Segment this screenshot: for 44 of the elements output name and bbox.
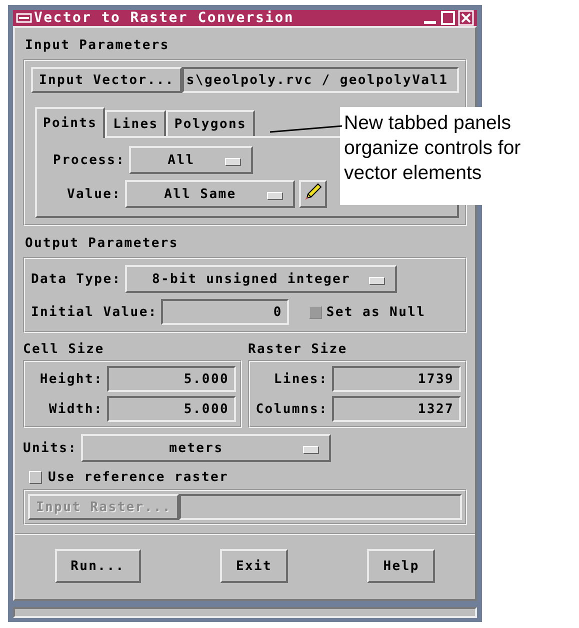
leader-line xyxy=(270,123,342,135)
field-label: Units: xyxy=(23,440,78,456)
value-dropdown[interactable]: All Same xyxy=(125,180,296,208)
group-heading: Cell Size xyxy=(23,341,106,359)
tab[interactable]: Lines xyxy=(105,110,166,136)
option-menu-icon xyxy=(369,277,386,285)
input-vector-button[interactable]: Input Vector... xyxy=(31,67,182,93)
field-label: Width: xyxy=(48,402,103,416)
section-heading: Input Parameters xyxy=(24,37,170,55)
initial-value-field[interactable]: 0 xyxy=(161,299,290,325)
close-icon[interactable] xyxy=(458,10,474,26)
field-label: Lines: xyxy=(272,372,328,386)
dialog-button[interactable]: Run... xyxy=(54,549,141,583)
process-dropdown[interactable]: All xyxy=(129,146,254,174)
field-label: Initial Value: xyxy=(31,304,158,320)
maximize-icon[interactable] xyxy=(440,10,456,26)
pencil-button[interactable] xyxy=(299,180,328,208)
tab[interactable]: Polygons xyxy=(166,110,255,136)
section-heading: Output Parameters xyxy=(24,235,180,253)
number-field[interactable]: 1739 xyxy=(332,366,461,392)
group-heading: Raster Size xyxy=(248,341,348,359)
number-field[interactable]: 5.000 xyxy=(107,366,236,392)
file-path-field[interactable]: s\geolpoly.rvc / geolpolyVal1 xyxy=(182,67,459,93)
number-field[interactable]: 1327 xyxy=(332,396,461,422)
field-label: Process: xyxy=(53,152,126,168)
dialog-button[interactable]: Exit xyxy=(220,549,288,583)
pencil-icon xyxy=(303,182,324,202)
units-dropdown[interactable]: meters xyxy=(81,434,332,462)
option-menu-icon xyxy=(303,446,320,454)
field-label: Value: xyxy=(67,186,122,202)
field-label: Data Type: xyxy=(31,272,122,286)
window-menu-icon[interactable] xyxy=(16,12,32,24)
checkbox-label: Use reference raster xyxy=(48,470,229,485)
option-menu-icon xyxy=(267,192,284,200)
field-label: Height: xyxy=(38,372,103,386)
number-field[interactable]: 5.000 xyxy=(107,396,236,422)
field-label: Columns: xyxy=(254,402,328,416)
option-menu-icon xyxy=(225,158,242,166)
checkbox-label: Set as Null xyxy=(326,304,426,320)
data-type-dropdown[interactable]: 8-bit unsigned integer xyxy=(125,265,398,293)
window-title: Vector to Raster Conversion xyxy=(34,10,295,26)
dialog-button[interactable]: Help xyxy=(367,549,436,583)
file-path-field[interactable] xyxy=(179,494,462,520)
tab[interactable]: Points xyxy=(35,107,106,138)
